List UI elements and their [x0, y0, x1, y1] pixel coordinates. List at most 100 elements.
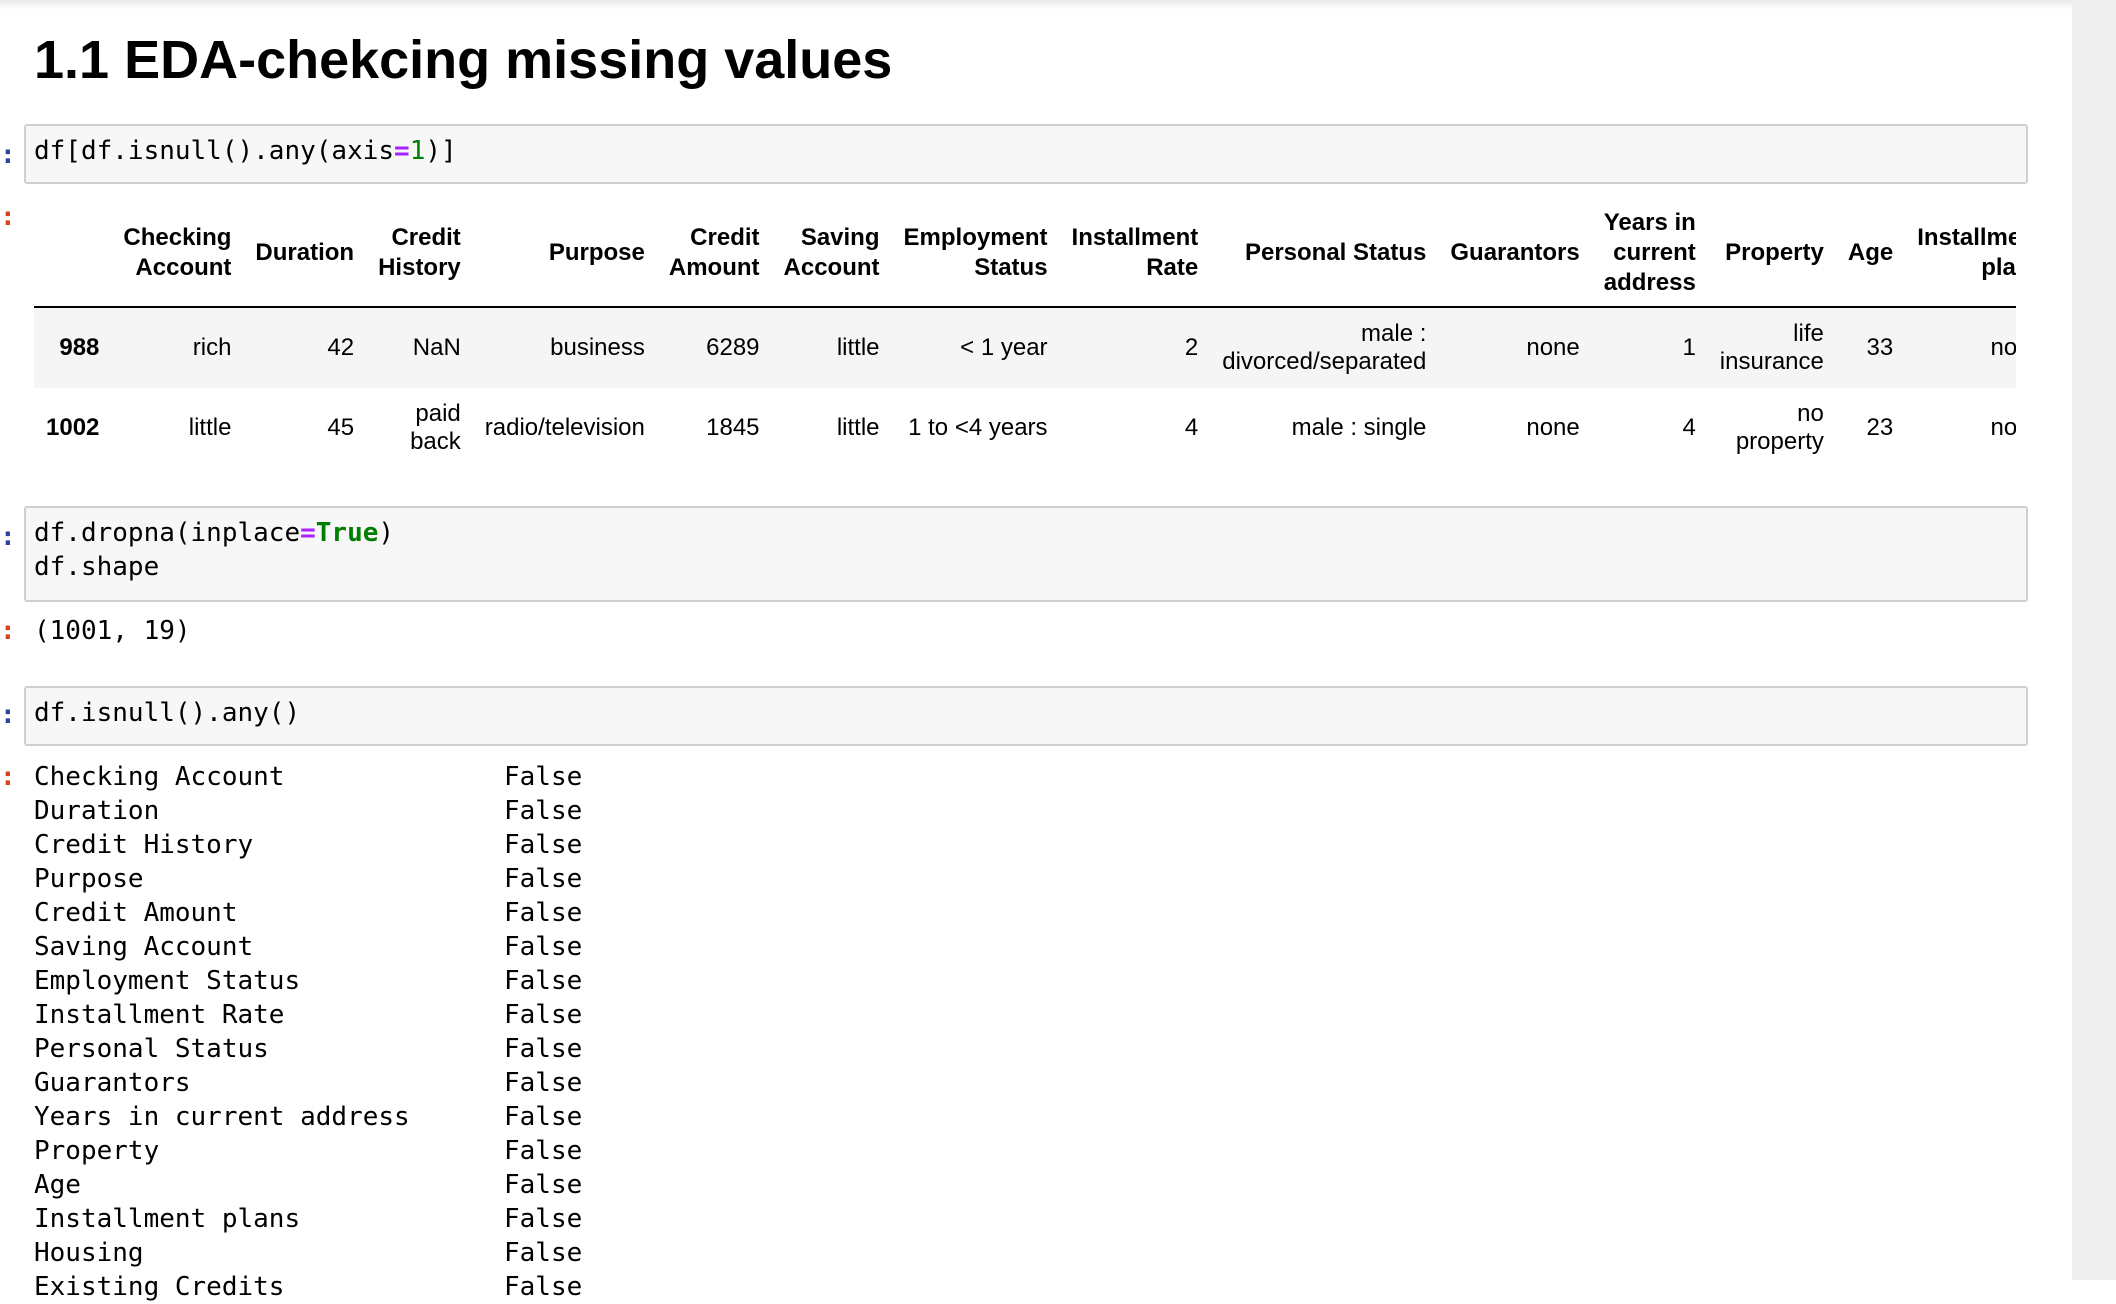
- column-header: Installment Rate: [1059, 200, 1211, 308]
- input-prompt: :: [0, 140, 16, 170]
- code-text: df.isnull().any(): [34, 698, 301, 728]
- table-cell: < 1 year: [960, 334, 1048, 361]
- table-cell: male : single: [1291, 414, 1427, 441]
- code-cell-isnull-any[interactable]: df.isnull().any(): [24, 686, 2028, 746]
- table-cell: radio/television: [484, 414, 645, 441]
- code-text: )]: [425, 136, 457, 166]
- series-name: Duration: [34, 796, 160, 826]
- column-header: Checking Account: [111, 200, 244, 308]
- column-header: Age: [1835, 200, 1906, 308]
- series-row: Property False: [34, 1134, 582, 1168]
- column-header: Credit Amount: [656, 200, 772, 308]
- table-header-row: Checking Account Duration Credit History…: [34, 200, 2016, 308]
- series-value: False: [504, 1272, 583, 1302]
- series-name: Installment plans: [34, 1204, 301, 1234]
- table-cell: rich: [192, 334, 232, 361]
- series-row: Duration False: [34, 794, 582, 828]
- series-row: Credit Amount False: [34, 896, 582, 930]
- code-operator: =: [394, 136, 410, 166]
- column-header: Purpose: [472, 200, 657, 308]
- column-header: Duration: [243, 200, 367, 308]
- series-name: Credit Amount: [34, 898, 238, 928]
- code-cell-isnull-filter[interactable]: df[df.isnull().any(axis=1)]: [24, 124, 2028, 184]
- series-row: Employment Status False: [34, 964, 582, 998]
- code-cell-dropna[interactable]: df.dropna(inplace=True) df.shape: [24, 506, 2028, 602]
- series-name: Installment Rate: [34, 1000, 285, 1030]
- code-text: df[df.isnull().any(axis: [34, 136, 395, 166]
- dataframe-table: Checking Account Duration Credit History…: [34, 200, 2016, 468]
- section-heading: 1.1 EDA-chekcing missing values: [34, 30, 893, 90]
- series-name: Checking Account: [34, 762, 285, 792]
- table-row: 988 rich 42 NaN business 6289 little < 1…: [34, 307, 2016, 388]
- series-name: Existing Credits: [34, 1272, 285, 1302]
- series-value: False: [504, 1238, 583, 1268]
- table-cell: none: [1990, 334, 2016, 361]
- series-row: Years in current address False: [34, 1100, 582, 1134]
- series-row: Installment plans False: [34, 1202, 582, 1236]
- series-value: False: [504, 1068, 583, 1098]
- notebook-top-shadow: [0, 0, 2072, 10]
- column-header: Employment Status: [891, 200, 1060, 308]
- series-output: Checking Account False Duration False Credit…: [34, 760, 582, 1304]
- table-cell: 2: [1184, 334, 1199, 361]
- table-cell: little: [836, 414, 880, 441]
- code-text: df.dropna(inplace: [34, 518, 301, 548]
- code-keyword: True: [315, 518, 379, 548]
- code-text: ): [378, 518, 395, 548]
- series-row: Housing False: [34, 1236, 582, 1270]
- series-row: Age False: [34, 1168, 582, 1202]
- table-cell: 1: [1682, 334, 1696, 361]
- output-prompt: :: [0, 202, 16, 232]
- series-value: False: [504, 1170, 583, 1200]
- table-row: 1002 little 45 paid back radio/televisio…: [34, 388, 2016, 468]
- series-value: False: [504, 1204, 583, 1234]
- table-cell: little: [836, 334, 880, 361]
- table-cell: male : divorced/separated: [1222, 320, 1427, 375]
- series-value: False: [504, 1136, 583, 1166]
- input-prompt: :: [0, 522, 16, 552]
- notebook-right-gutter: [2072, 0, 2116, 1280]
- series-value: False: [504, 1102, 583, 1132]
- table-cell: 45: [327, 414, 355, 441]
- table-cell: 4: [1184, 414, 1199, 441]
- code-text: df.shape: [34, 552, 160, 582]
- table-cell: none: [1526, 334, 1580, 361]
- column-header: Property: [1707, 200, 1836, 308]
- series-name: Employment Status: [34, 966, 301, 996]
- series-value: False: [504, 1000, 583, 1030]
- series-row: Installment Rate False: [34, 998, 582, 1032]
- table-cell: NaN: [412, 334, 461, 361]
- series-value: False: [504, 898, 583, 928]
- table-cell: 1 to <4 years: [908, 414, 1048, 441]
- column-header: Years in current address: [1591, 200, 1708, 308]
- output-prompt: :: [0, 616, 16, 646]
- series-value: False: [504, 796, 583, 826]
- series-name: Age: [34, 1170, 81, 1200]
- series-name: Guarantors: [34, 1068, 191, 1098]
- index-header: [34, 200, 112, 308]
- input-prompt: :: [0, 700, 16, 730]
- column-header: Personal Status: [1210, 200, 1439, 308]
- series-name: Personal Status: [34, 1034, 269, 1064]
- column-header: Saving Account: [771, 200, 892, 308]
- series-row: Checking Account False: [34, 760, 582, 794]
- table-cell: paid back: [410, 400, 461, 455]
- column-header: Guarantors: [1438, 200, 1592, 308]
- table-cell: business: [550, 334, 645, 361]
- table-cell: 6289: [706, 334, 760, 361]
- series-row: Credit History False: [34, 828, 582, 862]
- table-cell: life insurance: [1719, 320, 1824, 375]
- output-prompt: :: [0, 762, 16, 792]
- series-value: False: [504, 966, 583, 996]
- row-index: 988: [59, 334, 100, 361]
- series-row: Saving Account False: [34, 930, 582, 964]
- series-name: Saving Account: [34, 932, 254, 962]
- table-cell: none: [1526, 414, 1580, 441]
- table-cell: 23: [1866, 414, 1894, 441]
- series-value: False: [504, 1034, 583, 1064]
- series-row: Guarantors False: [34, 1066, 582, 1100]
- column-header: Installment plans: [1905, 200, 2016, 308]
- column-header: Credit History: [366, 200, 473, 308]
- row-index: 1002: [46, 414, 100, 441]
- series-row: Purpose False: [34, 862, 582, 896]
